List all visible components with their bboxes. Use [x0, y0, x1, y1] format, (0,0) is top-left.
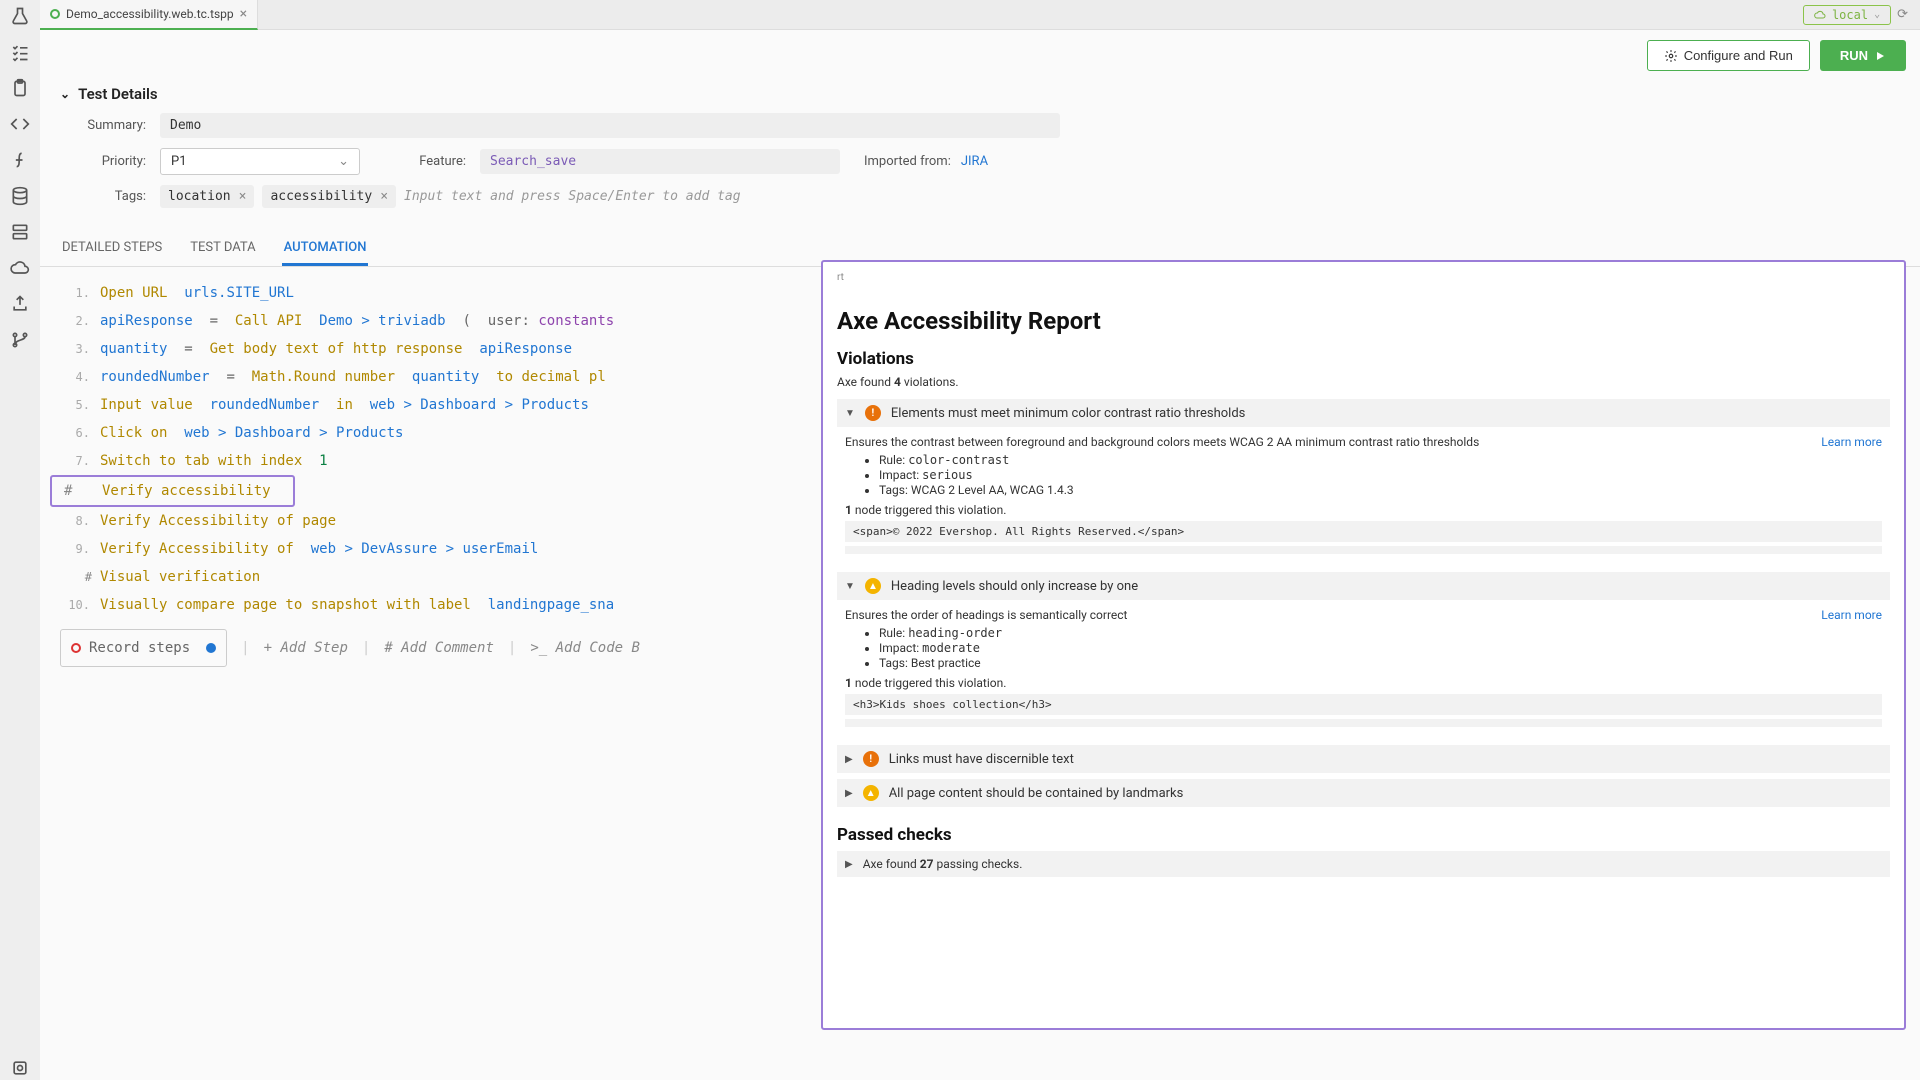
run-button[interactable]: RUN	[1820, 40, 1906, 71]
violation-header[interactable]: ▼ ! Elements must meet minimum color con…	[837, 399, 1890, 427]
editor-tab[interactable]: Demo_accessibility.web.tc.tspp ×	[40, 0, 258, 30]
tab-filename: Demo_accessibility.web.tc.tspp	[66, 7, 234, 21]
chevron-down-icon: ⌄	[338, 154, 349, 169]
code-icon[interactable]	[8, 112, 32, 136]
report-breadcrumb: rt	[837, 272, 1890, 283]
priority-select[interactable]: P1 ⌄	[160, 148, 360, 175]
summary-input[interactable]	[160, 113, 1060, 138]
add-step-button[interactable]: + Add Step	[264, 634, 348, 662]
server-icon[interactable]	[8, 220, 32, 244]
function-icon[interactable]	[8, 148, 32, 172]
jira-link[interactable]: JIRA	[961, 154, 988, 169]
violations-count: Axe found 4 violations.	[837, 375, 1890, 389]
violation-body: Ensures the contrast between foreground …	[837, 433, 1890, 572]
feature-input[interactable]	[480, 149, 840, 174]
configure-and-run-button[interactable]: Configure and Run	[1647, 40, 1810, 71]
report-title: Axe Accessibility Report	[837, 307, 1890, 335]
accessibility-report-panel: rt Axe Accessibility Report Violations A…	[821, 260, 1906, 1030]
remove-tag-icon[interactable]: ×	[380, 189, 388, 204]
cloud-icon[interactable]	[8, 256, 32, 280]
severity-moderate-icon: ▲	[865, 578, 881, 594]
clipboard-icon[interactable]	[8, 76, 32, 100]
env-selector[interactable]: local ⌄	[1803, 5, 1891, 25]
record-icon	[71, 643, 81, 653]
disclosure-triangle-icon: ▶	[845, 788, 853, 799]
learn-more-link[interactable]: Learn more	[1821, 608, 1882, 622]
database-icon[interactable]	[8, 184, 32, 208]
cloud-icon	[1814, 9, 1826, 21]
disclosure-triangle-icon: ▶	[845, 859, 853, 870]
test-details-toggle[interactable]: ⌄ Test Details	[60, 85, 1900, 103]
chevron-down-icon: ⌄	[60, 87, 70, 101]
disclosure-triangle-icon: ▼	[845, 408, 855, 419]
export-icon[interactable]	[8, 292, 32, 316]
settings-icon[interactable]	[8, 1056, 32, 1080]
passed-checks-heading: Passed checks	[837, 825, 1890, 845]
add-code-button[interactable]: >_ Add Code B	[530, 634, 640, 662]
checklist-icon[interactable]	[8, 40, 32, 64]
add-comment-button[interactable]: # Add Comment	[384, 634, 494, 662]
disclosure-triangle-icon: ▼	[845, 581, 855, 592]
code-snippet: <span>© 2022 Evershop. All Rights Reserv…	[845, 521, 1882, 542]
passed-checks-row[interactable]: ▶ Axe found 27 passing checks.	[837, 851, 1890, 877]
tag-chip: accessibility ×	[262, 185, 396, 208]
tab-test-data[interactable]: TEST DATA	[188, 232, 257, 266]
violation-body: Ensures the order of headings is semanti…	[837, 606, 1890, 745]
play-icon	[1874, 50, 1886, 62]
tab-detailed-steps[interactable]: DETAILED STEPS	[60, 232, 164, 266]
severity-moderate-icon: ▲	[863, 785, 879, 801]
tag-chip: location ×	[160, 185, 254, 208]
learn-more-link[interactable]: Learn more	[1821, 435, 1882, 449]
branch-icon[interactable]	[8, 328, 32, 352]
code-snippet: <h3>Kids shoes collection</h3>	[845, 694, 1882, 715]
test-details-section: ⌄ Test Details Summary: Priority: P1 ⌄ F…	[40, 77, 1920, 232]
tab-bar: Demo_accessibility.web.tc.tspp × local ⌄…	[40, 0, 1920, 30]
tag-input[interactable]: Input text and press Space/Enter to add …	[404, 189, 741, 204]
chevron-down-icon: ⌄	[1874, 9, 1880, 20]
record-steps-button[interactable]: Record steps	[60, 629, 227, 667]
violation-header[interactable]: ▶ ▲ All page content should be contained…	[837, 779, 1890, 807]
tab-status-icon	[50, 9, 60, 19]
violation-header[interactable]: ▶ ! Links must have discernible text	[837, 745, 1890, 773]
violation-header[interactable]: ▼ ▲ Heading levels should only increase …	[837, 572, 1890, 600]
summary-label: Summary:	[60, 118, 160, 133]
remove-tag-icon[interactable]: ×	[239, 189, 247, 204]
tab-automation[interactable]: AUTOMATION	[282, 232, 369, 266]
beaker-icon[interactable]	[8, 4, 32, 28]
close-icon[interactable]: ×	[240, 6, 247, 22]
severity-serious-icon: !	[865, 405, 881, 421]
feature-label: Feature:	[360, 154, 480, 169]
tags-label: Tags:	[60, 189, 160, 204]
disclosure-triangle-icon: ▶	[845, 754, 853, 765]
severity-serious-icon: !	[863, 751, 879, 767]
violations-heading: Violations	[837, 349, 1890, 369]
activity-bar	[0, 0, 40, 1080]
gear-play-icon	[1664, 49, 1678, 63]
priority-label: Priority:	[60, 154, 160, 169]
browser-indicator-icon	[206, 643, 216, 653]
imported-from-label: Imported from:	[864, 154, 951, 169]
refresh-icon[interactable]: ⟳	[1897, 7, 1908, 22]
